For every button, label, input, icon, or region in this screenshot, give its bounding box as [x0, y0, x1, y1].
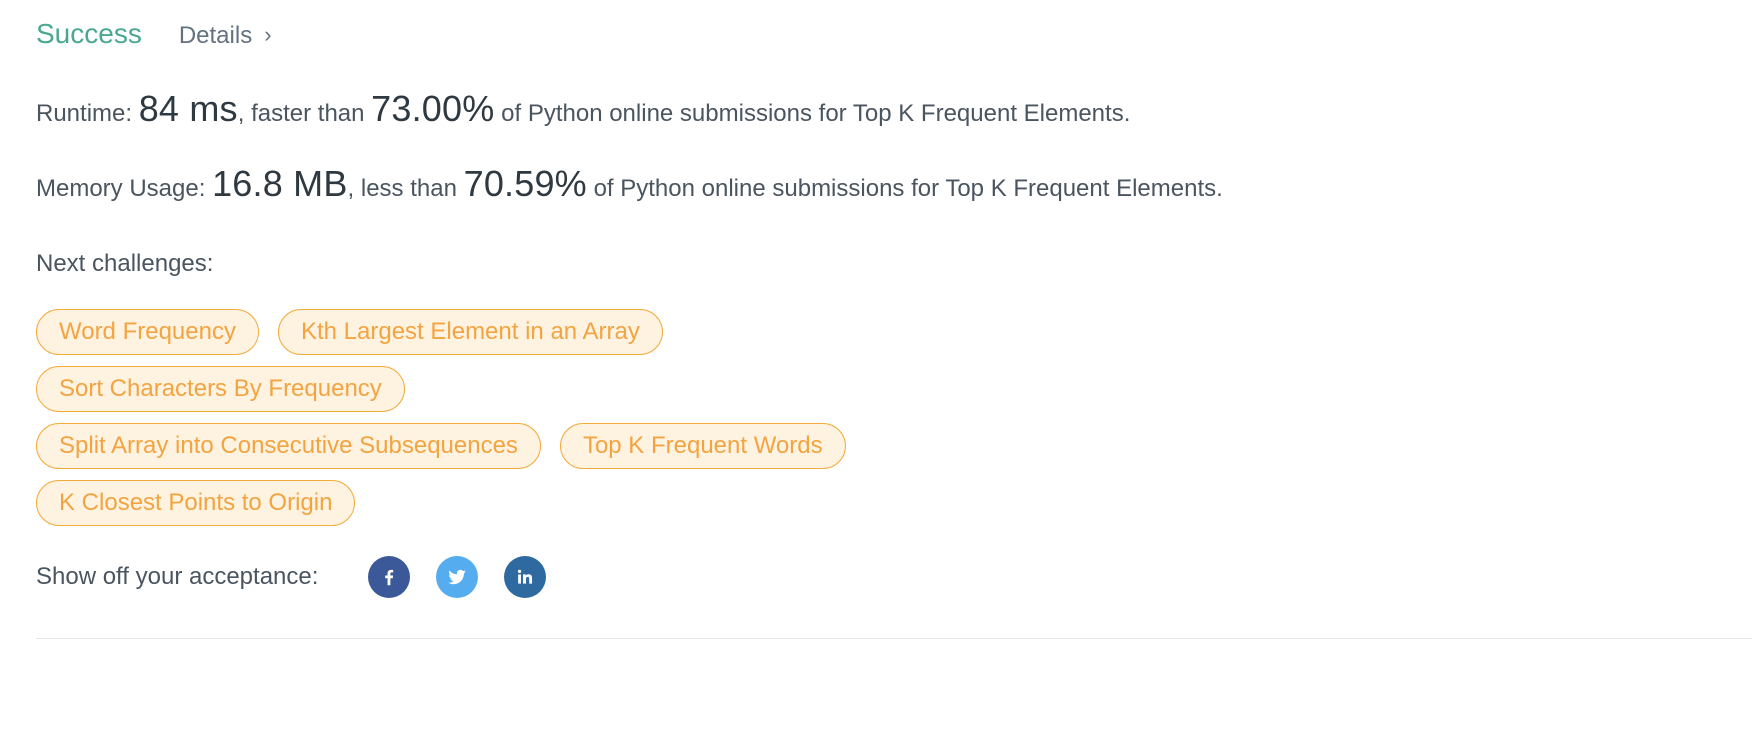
social-buttons [368, 556, 547, 598]
memory-value: 16.8 MB [212, 163, 348, 204]
linkedin-share-button[interactable] [504, 556, 547, 598]
challenge-tag-sort-characters[interactable]: Sort Characters By Frequency [36, 366, 405, 412]
details-link[interactable]: Details › [179, 22, 272, 50]
runtime-middle-text: , faster than [237, 100, 372, 127]
memory-middle-text: , less than [347, 175, 464, 202]
twitter-share-button[interactable] [436, 556, 479, 598]
runtime-suffix: of Python online submissions for Top K F… [494, 100, 1131, 127]
challenge-row: Sort Characters By Frequency [36, 366, 1036, 412]
facebook-icon [385, 569, 394, 586]
challenge-tag-top-k-frequent-words[interactable]: Top K Frequent Words [559, 423, 846, 469]
memory-label: Memory Usage: [36, 175, 213, 202]
share-row: Show off your acceptance: [36, 556, 547, 598]
challenge-tag-word-frequency[interactable]: Word Frequency [36, 309, 259, 355]
runtime-percent: 73.00% [371, 88, 495, 129]
challenge-row: Split Array into Consecutive Subsequence… [36, 423, 1036, 469]
memory-percent: 70.59% [463, 163, 587, 204]
status-label: Success [36, 18, 142, 49]
challenge-tag-kth-largest-element[interactable]: Kth Largest Element in an Array [277, 309, 663, 355]
twitter-icon [448, 569, 467, 585]
share-label: Show off your acceptance: [36, 563, 319, 590]
divider [36, 638, 1752, 639]
challenge-tag-k-closest-points[interactable]: K Closest Points to Origin [36, 480, 356, 526]
runtime-stat: Runtime: 84 ms, faster than 73.00% of Py… [36, 88, 1130, 130]
linkedin-icon [518, 569, 533, 584]
runtime-label: Runtime: [36, 100, 139, 127]
next-challenges-title: Next challenges: [36, 250, 214, 277]
challenge-row: K Closest Points to Origin [36, 480, 1036, 526]
challenge-row: Word Frequency Kth Largest Element in an… [36, 309, 1036, 355]
chevron-right-icon: › [264, 22, 272, 47]
status-header: Success Details › [36, 18, 272, 50]
memory-suffix: of Python online submissions for Top K F… [586, 175, 1223, 202]
next-challenges-list: Word Frequency Kth Largest Element in an… [36, 309, 1036, 537]
memory-stat: Memory Usage: 16.8 MB, less than 70.59% … [36, 163, 1223, 205]
runtime-value: 84 ms [138, 88, 238, 129]
details-link-label: Details [178, 22, 253, 49]
facebook-share-button[interactable] [368, 556, 411, 598]
challenge-tag-split-array[interactable]: Split Array into Consecutive Subsequence… [36, 423, 541, 469]
